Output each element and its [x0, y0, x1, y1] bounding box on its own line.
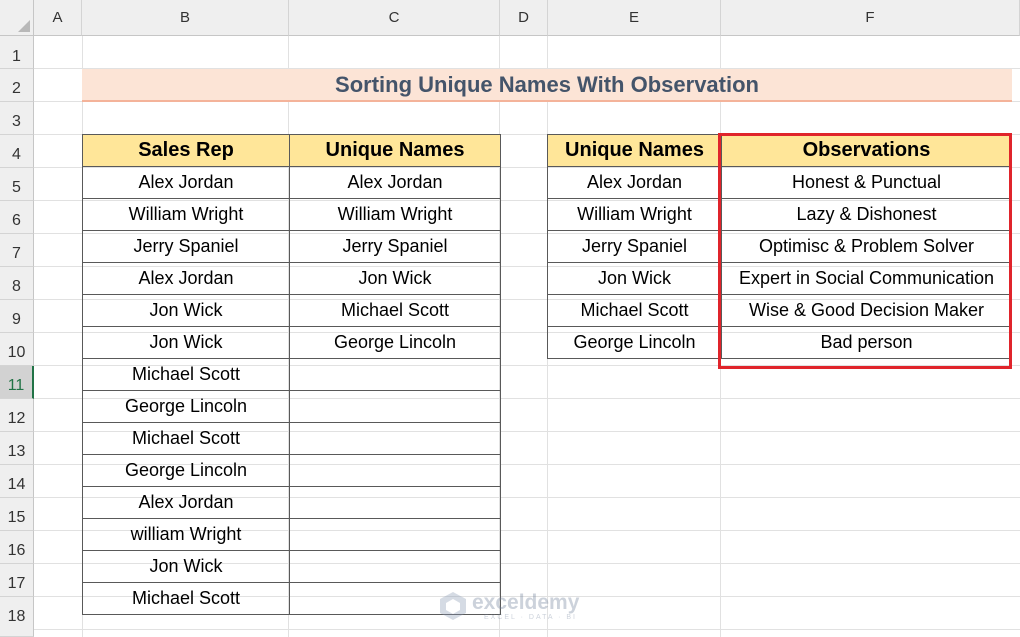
table-row: Jon Wick Michael Scott	[82, 294, 501, 327]
row-header-8[interactable]: 8	[0, 267, 34, 300]
column-header-f[interactable]: F	[721, 0, 1020, 36]
row-header-14[interactable]: 14	[0, 465, 34, 498]
table-row: George Lincoln	[82, 454, 501, 487]
unique-name-cell[interactable]: George Lincoln	[289, 326, 501, 359]
table-row: Jerry Spaniel Jerry Spaniel	[82, 230, 501, 263]
unique-name-cell[interactable]	[289, 390, 501, 423]
sales-rep-cell[interactable]: william Wright	[82, 518, 290, 551]
sales-rep-cell[interactable]: William Wright	[82, 198, 290, 231]
column-header-d[interactable]: D	[500, 0, 548, 36]
unique-name-cell[interactable]: Alex Jordan	[547, 166, 722, 199]
exceldemy-logo-icon	[440, 592, 466, 620]
row-header-5[interactable]: 5	[0, 168, 34, 201]
unique-name-cell[interactable]: George Lincoln	[547, 326, 722, 359]
unique-name-cell[interactable]	[289, 518, 501, 551]
row-header-15[interactable]: 15	[0, 498, 34, 531]
row-header-17[interactable]: 17	[0, 564, 34, 597]
table-row: william Wright	[82, 518, 501, 551]
row-header-2[interactable]: 2	[0, 69, 34, 102]
row-header-18[interactable]: 18	[0, 597, 34, 637]
gridline	[34, 629, 1020, 630]
exceldemy-watermark: exceldemy EXCEL · DATA · BI	[438, 590, 588, 626]
column-header-e[interactable]: E	[548, 0, 721, 36]
row-header-7[interactable]: 7	[0, 234, 34, 267]
row-header-11[interactable]: 11	[0, 366, 34, 399]
table-row: Alex Jordan Jon Wick	[82, 262, 501, 295]
sales-rep-cell[interactable]: Jon Wick	[82, 550, 290, 583]
column-header-a[interactable]: A	[34, 0, 82, 36]
row-header-4[interactable]: 4	[0, 135, 34, 168]
unique-name-cell[interactable]: Jon Wick	[289, 262, 501, 295]
sales-rep-cell[interactable]: Alex Jordan	[82, 166, 290, 199]
unique-name-cell[interactable]	[289, 422, 501, 455]
watermark-name: exceldemy	[472, 591, 580, 614]
row-header-1[interactable]: 1	[0, 36, 34, 69]
header-cell-unique-names[interactable]: Unique Names	[547, 134, 722, 167]
select-all-corner[interactable]	[0, 0, 34, 36]
sales-rep-table: Sales Rep Unique Names Alex Jordan Alex J…	[82, 134, 501, 615]
sales-rep-cell[interactable]: Jerry Spaniel	[82, 230, 290, 263]
table-row: Michael Scott	[82, 358, 501, 391]
sales-rep-cell[interactable]: Michael Scott	[82, 582, 290, 615]
sales-rep-cell[interactable]: Michael Scott	[82, 358, 290, 391]
observations-highlight-box	[718, 133, 1012, 369]
row-header-12[interactable]: 12	[0, 399, 34, 432]
unique-name-cell[interactable]: Jon Wick	[547, 262, 722, 295]
sales-rep-cell[interactable]: Jon Wick	[82, 326, 290, 359]
row-header-3[interactable]: 3	[0, 102, 34, 135]
unique-name-cell[interactable]: Jerry Spaniel	[289, 230, 501, 263]
sales-rep-cell[interactable]: Jon Wick	[82, 294, 290, 327]
unique-name-cell[interactable]	[289, 358, 501, 391]
unique-name-cell[interactable]	[289, 454, 501, 487]
table-row: Jon Wick	[82, 550, 501, 583]
sales-rep-cell[interactable]: George Lincoln	[82, 390, 290, 423]
row-header-16[interactable]: 16	[0, 531, 34, 564]
unique-name-cell[interactable]: William Wright	[547, 198, 722, 231]
table-row: George Lincoln	[82, 390, 501, 423]
unique-name-cell[interactable]: Michael Scott	[547, 294, 722, 327]
table-row: Jon Wick George Lincoln	[82, 326, 501, 359]
select-all-triangle-icon	[18, 20, 30, 32]
sales-rep-cell[interactable]: Alex Jordan	[82, 262, 290, 295]
unique-name-cell[interactable]: William Wright	[289, 198, 501, 231]
unique-name-cell[interactable]: Michael Scott	[289, 294, 501, 327]
unique-name-cell[interactable]: Jerry Spaniel	[547, 230, 722, 263]
unique-name-cell[interactable]	[289, 486, 501, 519]
table-row: Michael Scott	[82, 422, 501, 455]
table-row: Alex Jordan	[82, 486, 501, 519]
sheet-title[interactable]: Sorting Unique Names With Observation	[82, 69, 1012, 102]
watermark-tagline: EXCEL · DATA · BI	[484, 614, 577, 621]
row-header-9[interactable]: 9	[0, 300, 34, 333]
sales-rep-cell[interactable]: Michael Scott	[82, 422, 290, 455]
table-row: Alex Jordan Alex Jordan	[82, 166, 501, 199]
sales-rep-cell[interactable]: Alex Jordan	[82, 486, 290, 519]
sales-rep-cell[interactable]: George Lincoln	[82, 454, 290, 487]
column-header-b[interactable]: B	[82, 0, 289, 36]
header-cell-sales-rep[interactable]: Sales Rep	[82, 134, 290, 167]
row-header-6[interactable]: 6	[0, 201, 34, 234]
header-cell-unique-names[interactable]: Unique Names	[289, 134, 501, 167]
row-header-10[interactable]: 10	[0, 333, 34, 366]
table-row: William Wright William Wright	[82, 198, 501, 231]
unique-name-cell[interactable]: Alex Jordan	[289, 166, 501, 199]
table-header-row: Sales Rep Unique Names	[82, 134, 501, 167]
row-header-13[interactable]: 13	[0, 432, 34, 465]
column-header-c[interactable]: C	[289, 0, 500, 36]
unique-name-cell[interactable]	[289, 550, 501, 583]
